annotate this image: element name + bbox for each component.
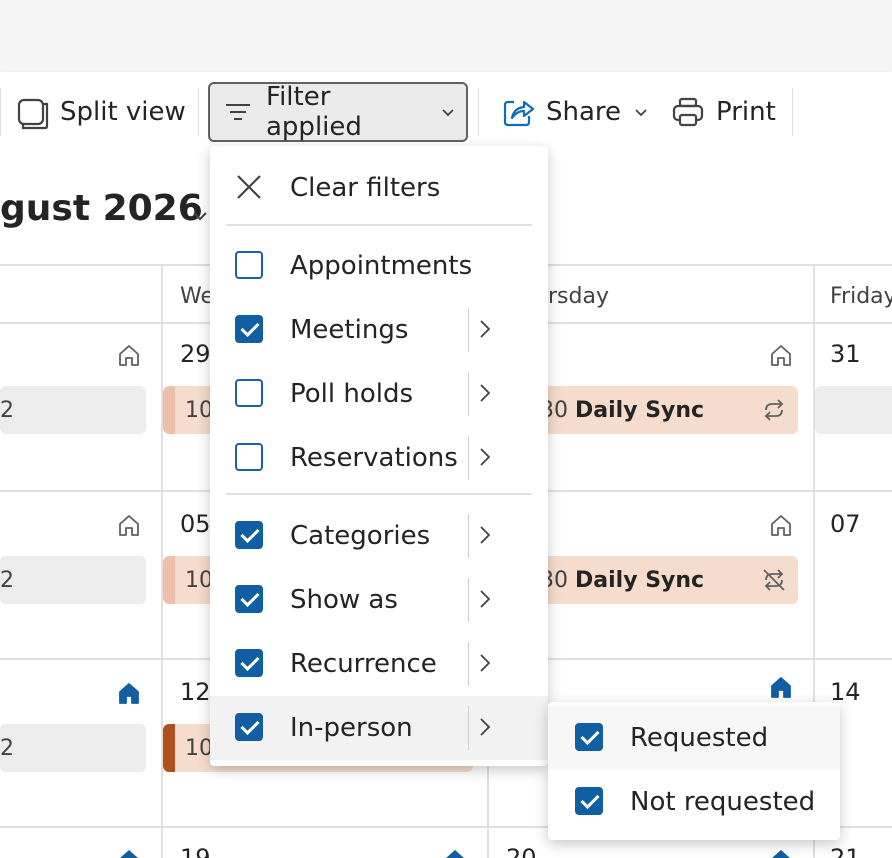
recurrence-checkbox[interactable] [235, 649, 263, 677]
day-header-wednesday: We [180, 284, 214, 309]
filter-item-label: Categories [290, 521, 431, 551]
calendar-event[interactable] [815, 386, 892, 434]
close-icon [237, 175, 261, 199]
filter-item-show-as[interactable]: Show as [210, 568, 548, 632]
home-filled-icon [120, 850, 138, 858]
split-view-label: Split view [60, 97, 186, 127]
chevron-right-icon[interactable] [478, 446, 492, 468]
submenu-item-not-requested[interactable]: Not requested [548, 770, 840, 834]
filter-item-label: Reservations [290, 443, 458, 473]
toolbar-separator [792, 88, 793, 136]
categories-checkbox[interactable] [235, 521, 263, 549]
daily-sync-event[interactable]: 30 Daily Sync [540, 556, 798, 604]
filter-item-categories[interactable]: Categories [210, 504, 548, 568]
filter-item-label: In-person [290, 713, 413, 743]
toolbar-separator [198, 88, 199, 136]
date-number[interactable]: 29 [180, 340, 211, 368]
filter-applied-label: Filter applied [266, 82, 362, 142]
menu-divider [226, 224, 532, 226]
print-icon [672, 97, 704, 127]
not-requested-checkbox[interactable] [575, 787, 603, 815]
filter-item-reservations[interactable]: Reservations [210, 426, 548, 490]
chevron-right-icon[interactable] [478, 716, 492, 738]
date-number[interactable]: 20 [506, 844, 537, 858]
submenu-item-label: Not requested [630, 787, 816, 817]
home-outline-icon [771, 345, 791, 366]
chevron-down-icon [442, 109, 454, 117]
home-filled-icon [772, 850, 790, 858]
submenu-item-requested[interactable]: Requested [548, 706, 840, 770]
filter-item-label: Appointments [290, 251, 473, 281]
in-person-checkbox[interactable] [235, 713, 263, 741]
submenu-item-label: Requested [630, 723, 769, 753]
toolbar-separator [478, 88, 479, 136]
home-filled-icon [119, 683, 139, 704]
top-band [0, 0, 892, 72]
date-number[interactable]: 12 [180, 678, 211, 706]
date-number[interactable]: 07 [830, 510, 861, 538]
chevron-down-icon[interactable] [190, 206, 210, 226]
chevron-right-icon[interactable] [478, 524, 492, 546]
home-filled-icon [446, 850, 464, 858]
filter-item-poll-holds[interactable]: Poll holds [210, 362, 548, 426]
submenu-divider [468, 308, 469, 352]
filter-icon [226, 104, 250, 120]
date-number[interactable]: 19 [180, 844, 211, 858]
menu-divider [226, 493, 532, 495]
submenu-divider [468, 706, 469, 750]
day-header-thursday: rsday [548, 284, 609, 309]
appointments-checkbox[interactable] [235, 251, 263, 279]
filter-item-meetings[interactable]: Meetings [210, 298, 548, 362]
submenu-divider [468, 642, 469, 686]
split-view-button[interactable]: Split view [14, 82, 186, 142]
submenu-divider [468, 514, 469, 558]
daily-sync-event[interactable]: 30 Daily Sync [540, 386, 798, 434]
date-number[interactable]: 21 [830, 844, 861, 858]
chevron-down-icon [635, 109, 647, 117]
submenu-divider [468, 372, 469, 416]
reservations-checkbox[interactable] [235, 443, 263, 471]
recurring-off-icon [763, 569, 785, 591]
print-label: Print [716, 97, 776, 127]
chevron-right-icon[interactable] [478, 382, 492, 404]
chevron-right-icon[interactable] [478, 588, 492, 610]
chevron-right-icon[interactable] [478, 652, 492, 674]
filter-item-appointments[interactable]: Appointments [210, 234, 548, 298]
filter-item-label: Meetings [290, 315, 409, 345]
month-title[interactable]: gust 2026 [0, 188, 203, 229]
share-button[interactable]: Share [500, 82, 649, 142]
calendar-event[interactable]: 2 [0, 724, 146, 772]
show-as-checkbox[interactable] [235, 585, 263, 613]
requested-checkbox[interactable] [575, 723, 603, 751]
poll-holds-checkbox[interactable] [235, 379, 263, 407]
filter-item-recurrence[interactable]: Recurrence [210, 632, 548, 696]
split-view-icon [17, 98, 49, 130]
day-header-friday: Friday [830, 284, 892, 309]
chevron-right-icon[interactable] [478, 318, 492, 340]
filter-applied-button[interactable]: Filter applied [208, 82, 468, 142]
date-number[interactable]: 05 [180, 510, 211, 538]
filter-item-label: Recurrence [290, 649, 437, 679]
home-filled-icon [771, 677, 791, 698]
filter-item-in-person[interactable]: In-person [210, 696, 548, 760]
calendar-event[interactable]: 2 [0, 556, 146, 604]
toolbar-separator [0, 88, 1, 136]
meetings-checkbox[interactable] [235, 315, 263, 343]
home-outline-icon [119, 345, 139, 366]
submenu-divider [468, 436, 469, 480]
calendar-event[interactable]: 2 [0, 386, 146, 434]
home-outline-icon [771, 515, 791, 536]
share-icon [503, 100, 535, 127]
recurring-icon [764, 399, 784, 421]
clear-filters-label: Clear filters [290, 173, 441, 203]
print-button[interactable]: Print [670, 82, 776, 142]
share-label: Share [546, 97, 622, 127]
home-outline-icon [119, 515, 139, 536]
filter-item-label: Show as [290, 585, 398, 615]
date-number[interactable]: 31 [830, 340, 861, 368]
submenu-divider [468, 578, 469, 622]
filter-item-label: Poll holds [290, 379, 414, 409]
clear-filters-item[interactable]: Clear filters [210, 156, 548, 220]
